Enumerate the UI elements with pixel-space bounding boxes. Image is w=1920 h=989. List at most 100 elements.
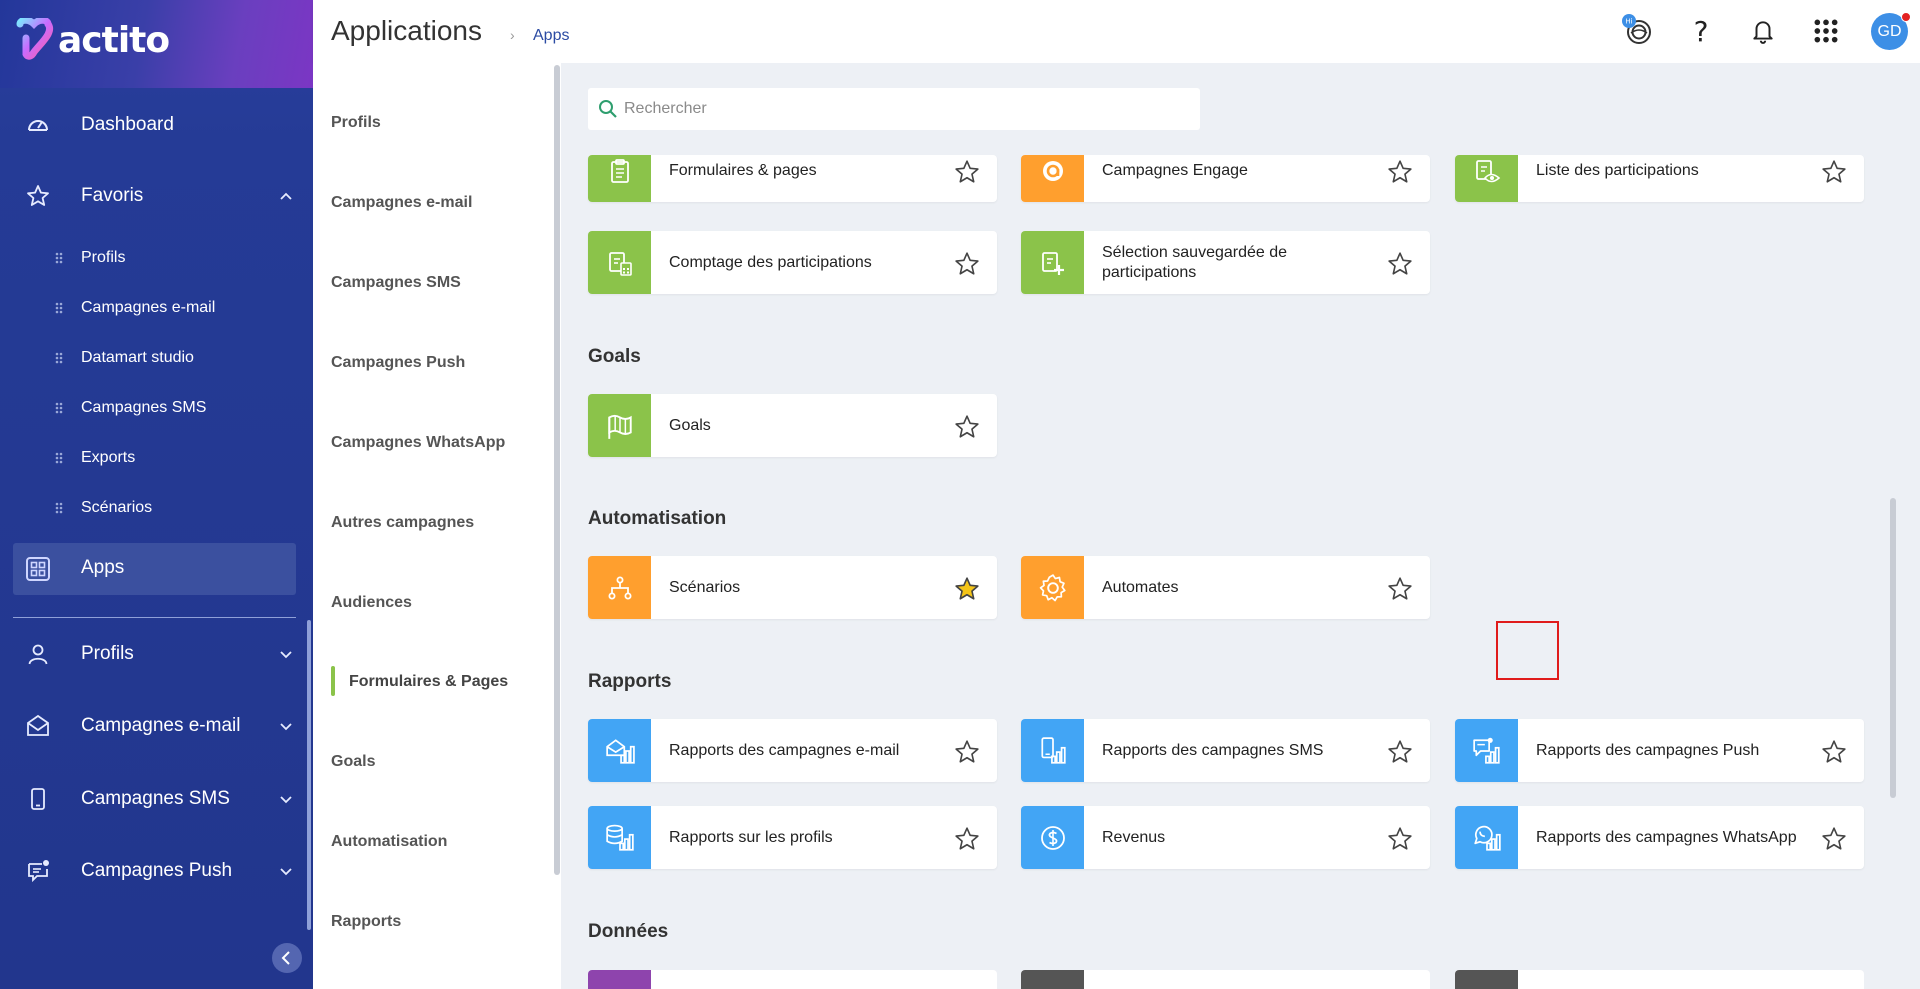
category-campagnes-email[interactable]: Campagnes e-mail [331, 194, 472, 212]
sidebar-item-label: Dashboard [81, 114, 174, 135]
app-card-campagnes-engage[interactable]: Campagnes Engage [1021, 155, 1430, 202]
search-box[interactable] [588, 88, 1200, 130]
category-autres-campagnes[interactable]: Autres campagnes [331, 514, 474, 532]
star-outline-icon[interactable] [954, 159, 980, 185]
favorite-item-exports[interactable]: Exports [0, 438, 313, 478]
notifications-button[interactable] [1745, 13, 1781, 49]
star-filled-icon[interactable] [954, 576, 980, 602]
actito-logo-text: actito [58, 19, 170, 61]
hi-badge-text: Hi [1625, 18, 1632, 26]
star-outline-icon[interactable] [1821, 826, 1847, 852]
app-tile [1021, 970, 1084, 989]
app-tile [1021, 719, 1084, 782]
hi-assistant-button[interactable]: Hi [1619, 13, 1655, 49]
category-automatisation[interactable]: Automatisation [331, 833, 447, 851]
drag-grip-icon[interactable] [55, 252, 63, 264]
sidebar-section-campagnes-push[interactable]: Campagnes Push [0, 840, 313, 902]
category-rapports[interactable]: Rapports [331, 913, 401, 931]
apps-content: Formulaires & pages Campagnes Engage Lis… [561, 63, 1920, 989]
app-tile [1021, 556, 1084, 619]
app-tile [588, 155, 651, 202]
app-card-rapports-sms[interactable]: Rapports des campagnes SMS [1021, 719, 1430, 782]
sidebar-scrollbar[interactable] [307, 620, 311, 930]
breadcrumb-apps[interactable]: Apps [533, 27, 569, 45]
app-card-rapports-whatsapp[interactable]: Rapports des campagnes WhatsApp [1455, 806, 1864, 869]
bell-icon [1753, 21, 1773, 44]
app-launcher-button[interactable] [1808, 13, 1844, 49]
app-card-automates[interactable]: Automates [1021, 556, 1430, 619]
drag-grip-icon[interactable] [55, 352, 63, 364]
category-scrollbar[interactable] [554, 65, 560, 875]
app-card-name: Formulaires & pages [669, 161, 817, 179]
app-card-rapports-email[interactable]: Rapports des campagnes e-mail [588, 719, 997, 782]
star-outline-icon[interactable] [1821, 739, 1847, 765]
app-card-comptage-participations[interactable]: Comptage des participations [588, 231, 997, 294]
app-card-rapports-profils[interactable]: Rapports sur les profils [588, 806, 997, 869]
category-campagnes-sms[interactable]: Campagnes SMS [331, 274, 461, 292]
star-outline-icon[interactable] [1387, 576, 1413, 602]
whatsapp-chart-icon [1473, 825, 1501, 851]
sidebar-item-label: Campagnes SMS [81, 788, 230, 809]
gauge-icon [28, 120, 48, 131]
category-campagnes-whatsapp[interactable]: Campagnes WhatsApp [331, 434, 505, 452]
star-outline-icon[interactable] [1387, 826, 1413, 852]
app-card-goals[interactable]: Goals [588, 394, 997, 457]
sidebar-section-profils[interactable]: Profils [0, 623, 313, 685]
app-tile [1021, 231, 1084, 294]
app-card-name: Automates [1102, 578, 1179, 596]
content-scrollbar[interactable] [1890, 498, 1896, 798]
envelope-icon [27, 714, 49, 736]
drag-grip-icon[interactable] [55, 502, 63, 514]
category-nav: Profils Campagnes e-mail Campagnes SMS C… [313, 63, 561, 989]
star-outline-icon[interactable] [1387, 159, 1413, 185]
favorite-item-datamart-studio[interactable]: Datamart studio [0, 338, 313, 378]
star-outline-icon[interactable] [954, 826, 980, 852]
chevron-down-icon [280, 868, 292, 876]
star-outline-icon[interactable] [954, 739, 980, 765]
star-outline-icon[interactable] [954, 414, 980, 440]
favorite-item-profils[interactable]: Profils [0, 238, 313, 278]
favorite-item-scenarios[interactable]: Scénarios [0, 488, 313, 528]
app-card-selection-sauvegardee[interactable]: Sélection sauvegardée de participations [1021, 231, 1430, 294]
category-profils[interactable]: Profils [331, 114, 381, 132]
favorite-item-campagnes-sms[interactable]: Campagnes SMS [0, 388, 313, 428]
category-campagnes-push[interactable]: Campagnes Push [331, 354, 465, 372]
app-card-liste-participations[interactable]: Liste des participations [1455, 155, 1864, 202]
favorite-item-label: Datamart studio [81, 349, 194, 366]
drag-grip-icon[interactable] [55, 452, 63, 464]
drag-grip-icon[interactable] [55, 302, 63, 314]
sidebar-item-favoris[interactable]: Favoris [0, 165, 313, 227]
favorite-item-label: Profils [81, 249, 126, 266]
app-tile [1455, 970, 1518, 989]
star-outline-icon[interactable] [1387, 739, 1413, 765]
app-card-donnees-3[interactable] [1455, 970, 1864, 989]
app-card-scenarios[interactable]: Scénarios [588, 556, 997, 619]
app-card-revenus[interactable]: Revenus [1021, 806, 1430, 869]
category-audiences[interactable]: Audiences [331, 594, 412, 612]
app-card-name: Comptage des participations [669, 253, 872, 271]
app-card-rapports-push[interactable]: Rapports des campagnes Push [1455, 719, 1864, 782]
star-outline-icon[interactable] [1821, 159, 1847, 185]
actito-logo[interactable]: actito [14, 18, 170, 62]
star-outline-icon[interactable] [1387, 251, 1413, 277]
search-icon [599, 100, 617, 118]
drag-grip-icon[interactable] [55, 402, 63, 414]
collapse-sidebar-button[interactable] [272, 943, 302, 973]
app-card-name: Sélection sauvegardée de participations [1102, 243, 1288, 281]
star-outline-icon[interactable] [954, 251, 980, 277]
sidebar-section-campagnes-email[interactable]: Campagnes e-mail [0, 695, 313, 757]
sidebar-section-campagnes-sms[interactable]: Campagnes SMS [0, 768, 313, 830]
app-tile [1021, 155, 1084, 202]
category-goals[interactable]: Goals [331, 753, 375, 771]
app-card-donnees-1[interactable] [588, 970, 997, 989]
search-input[interactable] [624, 88, 1184, 130]
clipboard-icon [610, 158, 629, 183]
sidebar-item-apps[interactable]: Apps [13, 543, 296, 595]
sidebar-item-dashboard[interactable]: Dashboard [0, 94, 313, 156]
app-card-donnees-2[interactable] [1021, 970, 1430, 989]
category-formulaires-pages[interactable]: Formulaires & Pages [349, 673, 508, 691]
app-card-formulaires-pages[interactable]: Formulaires & pages [588, 155, 997, 202]
app-card-name: Rapports sur les profils [669, 828, 833, 846]
favorite-item-campagnes-email[interactable]: Campagnes e-mail [0, 288, 313, 328]
help-button[interactable]: ? [1683, 13, 1719, 49]
